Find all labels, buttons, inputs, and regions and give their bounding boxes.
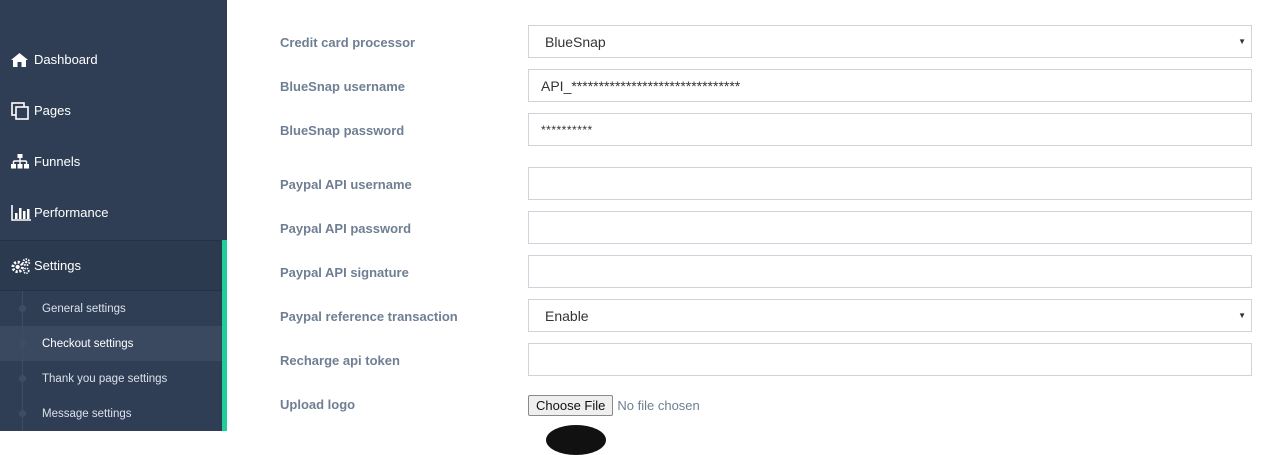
credit-card-processor-label: Credit card processor bbox=[280, 35, 416, 50]
upload-logo-label: Upload logo bbox=[280, 397, 356, 412]
file-status-text: No file chosen bbox=[617, 398, 700, 413]
paypal-api-signature-label: Paypal API signature bbox=[280, 265, 409, 280]
bluesnap-password-input[interactable]: ********** bbox=[528, 113, 1252, 146]
nav-item-settings[interactable]: Settings bbox=[0, 240, 227, 291]
selected-value: Enable bbox=[545, 307, 589, 324]
recharge-api-token-label: Recharge api token bbox=[280, 353, 400, 368]
home-icon bbox=[11, 51, 31, 69]
settings-submenu: General settings Checkout settings Thank… bbox=[0, 291, 222, 431]
bluesnap-username-label: BlueSnap username bbox=[280, 79, 405, 94]
choose-file-button[interactable]: Choose File bbox=[528, 395, 614, 416]
bluesnap-password-label: BlueSnap password bbox=[280, 123, 405, 138]
input-value: API_******************************* bbox=[541, 77, 741, 94]
recharge-api-token-input[interactable] bbox=[528, 343, 1252, 376]
dropdown-arrow-icon: ▼ bbox=[1238, 311, 1246, 320]
nav-label: Performance bbox=[34, 205, 109, 220]
submenu-label: Message settings bbox=[42, 407, 132, 420]
sitemap-icon bbox=[11, 153, 31, 171]
nav-item-pages[interactable]: Pages bbox=[0, 85, 227, 136]
paypal-api-password-label: Paypal API password bbox=[280, 221, 412, 236]
nav-label: Pages bbox=[34, 103, 71, 118]
submenu-item-message-settings[interactable]: Message settings bbox=[0, 396, 222, 431]
nav-item-dashboard[interactable]: Dashboard bbox=[0, 34, 227, 85]
nav-label: Settings bbox=[34, 258, 81, 273]
checkout-settings-form: Credit card processor BlueSnap ▼ BlueSna… bbox=[227, 0, 1274, 455]
submenu-bullet bbox=[19, 375, 26, 382]
nav-item-performance[interactable]: Performance bbox=[0, 187, 227, 238]
paypal-api-signature-input[interactable] bbox=[528, 255, 1252, 288]
paypal-reference-transaction-label: Paypal reference transaction bbox=[280, 309, 458, 324]
submenu-bullet bbox=[19, 410, 26, 417]
nav-item-funnels[interactable]: Funnels bbox=[0, 136, 227, 187]
paypal-reference-transaction-select[interactable]: Enable ▼ bbox=[528, 299, 1252, 332]
submenu-item-checkout-settings[interactable]: Checkout settings bbox=[0, 326, 222, 361]
bluesnap-username-input[interactable]: API_******************************* bbox=[528, 69, 1252, 102]
selected-value: BlueSnap bbox=[545, 33, 606, 50]
nav-label: Funnels bbox=[34, 154, 81, 169]
submenu-bullet bbox=[19, 340, 26, 347]
submenu-label: Checkout settings bbox=[42, 337, 134, 350]
gears-icon bbox=[11, 257, 31, 275]
upload-logo-file-input: Choose File No file chosen bbox=[528, 395, 700, 416]
sidebar: Dashboard Pages Funnels Performance Sett… bbox=[0, 0, 227, 431]
submenu-label: General settings bbox=[42, 302, 126, 315]
bar-chart-icon bbox=[11, 204, 31, 222]
credit-card-processor-select[interactable]: BlueSnap ▼ bbox=[528, 25, 1252, 58]
paypal-api-password-input[interactable] bbox=[528, 211, 1252, 244]
submenu-item-general-settings[interactable]: General settings bbox=[0, 291, 222, 326]
submenu-label: Thank you page settings bbox=[42, 372, 168, 385]
submenu-item-thank-you-page-settings[interactable]: Thank you page settings bbox=[0, 361, 222, 396]
paypal-api-username-input[interactable] bbox=[528, 167, 1252, 200]
nav-label: Dashboard bbox=[34, 52, 98, 67]
dropdown-arrow-icon: ▼ bbox=[1238, 37, 1246, 46]
pages-icon bbox=[11, 101, 31, 120]
paypal-api-username-label: Paypal API username bbox=[280, 177, 412, 192]
logo-preview-image bbox=[546, 425, 606, 455]
input-value: ********** bbox=[541, 122, 593, 137]
submenu-bullet bbox=[19, 305, 26, 312]
